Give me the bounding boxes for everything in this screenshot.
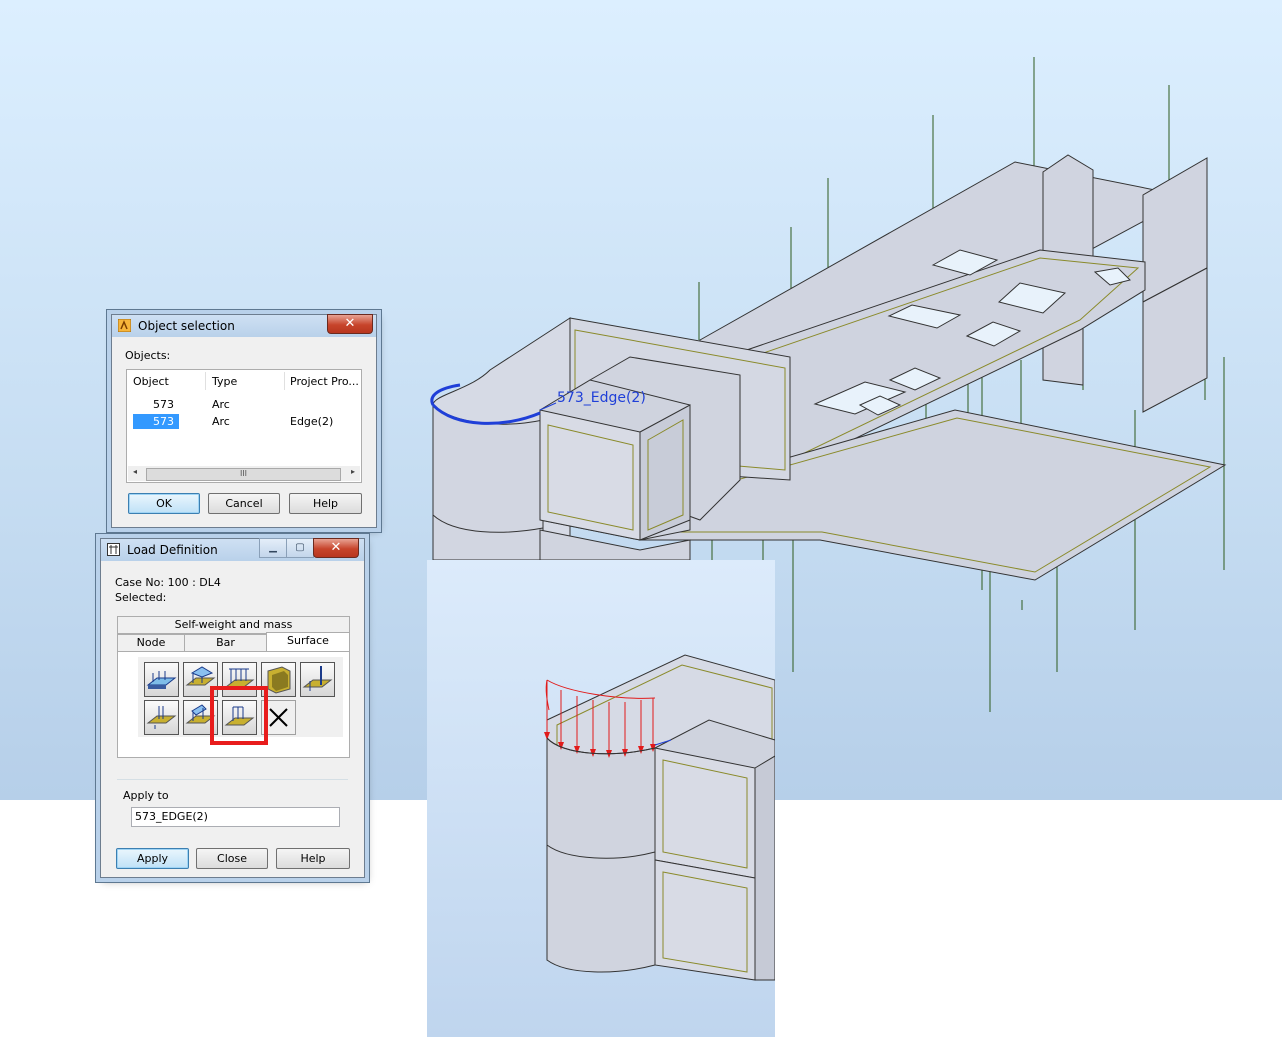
scroll-thumb[interactable]: III <box>146 468 341 481</box>
cancel-button[interactable]: Cancel <box>208 493 280 514</box>
tab-node[interactable]: Node <box>117 634 185 652</box>
object-selection-titlebar[interactable]: Object selection ✕ <box>112 314 376 337</box>
thermal-load-icon[interactable] <box>300 662 335 697</box>
horizontal-scrollbar[interactable]: ◂ III ▸ <box>128 466 360 481</box>
objects-list[interactable]: Object Type Project Pro... 573 Arc 573 A… <box>126 369 362 483</box>
maximize-button[interactable]: ▢ <box>286 538 314 558</box>
load-tools-area <box>138 657 343 745</box>
close-button[interactable]: ✕ <box>327 314 373 334</box>
column-header-object[interactable]: Object <box>133 375 169 388</box>
close-button[interactable]: ✕ <box>313 538 359 558</box>
column-header-type[interactable]: Type <box>212 375 237 388</box>
load-definition-dialog: Load Definition ▁ ▢ ✕ Case No: 100 : DL4… <box>100 538 365 878</box>
objects-label: Objects: <box>125 349 171 362</box>
scroll-right-icon[interactable]: ▸ <box>351 467 355 476</box>
apply-to-input[interactable]: 573_EDGE(2) <box>131 807 340 827</box>
surface-tab-panel <box>117 651 350 758</box>
ok-button[interactable]: OK <box>128 493 200 514</box>
selected-label: Selected: <box>115 591 167 604</box>
minimize-button[interactable]: ▁ <box>259 538 287 558</box>
case-number: Case No: 100 : DL4 <box>115 576 221 589</box>
apply-button[interactable]: Apply <box>116 848 189 869</box>
help-button[interactable]: Help <box>289 493 362 514</box>
dialog-title: Object selection <box>138 319 235 333</box>
edge-load-preview <box>544 654 775 981</box>
edge-load-highlight <box>210 686 268 745</box>
edge-label: 573_Edge(2) <box>557 390 646 406</box>
apply-to-label: Apply to <box>123 789 169 802</box>
linear-load-on-edges-icon[interactable] <box>144 700 179 735</box>
load-definition-icon <box>107 543 120 556</box>
load-definition-titlebar[interactable]: Load Definition ▁ ▢ ✕ <box>101 538 364 561</box>
dialog-title: Load Definition <box>127 543 218 557</box>
object-selection-dialog: Object selection ✕ Objects: Object Type … <box>111 314 377 528</box>
uniform-planar-load-icon[interactable] <box>144 662 179 697</box>
help-button[interactable]: Help <box>276 848 350 869</box>
robot-app-icon <box>118 319 131 332</box>
load-preview-viewport[interactable] <box>427 560 775 1037</box>
tab-surface[interactable]: Surface <box>266 632 350 652</box>
column-header-project[interactable]: Project Pro... <box>290 375 359 388</box>
tab-bar[interactable]: Bar <box>184 634 267 652</box>
close-dialog-button[interactable]: Close <box>196 848 268 869</box>
scroll-left-icon[interactable]: ◂ <box>133 467 137 476</box>
